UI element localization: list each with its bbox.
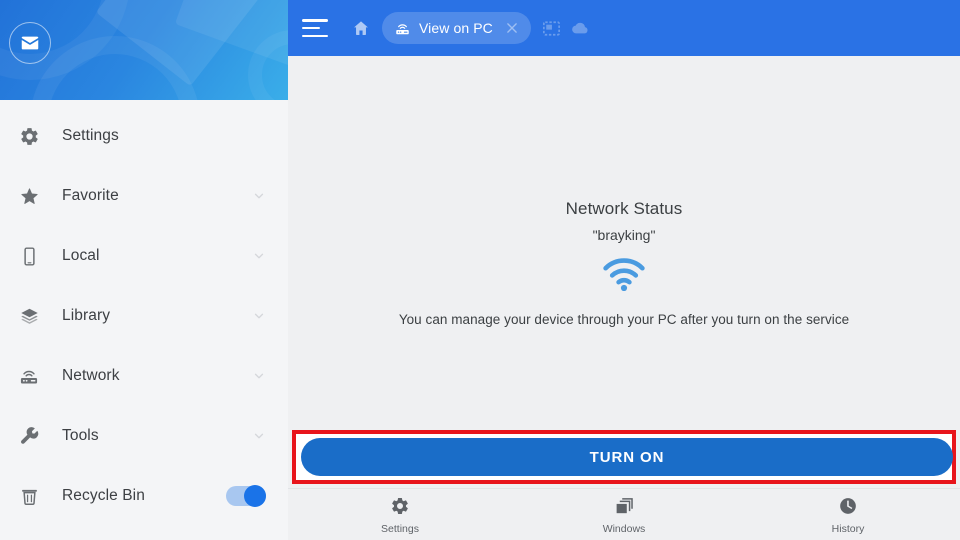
sidebar-item-favorite[interactable]: Favorite: [0, 166, 288, 226]
sidebar-item-library[interactable]: Library: [0, 286, 288, 346]
phone-icon: [14, 246, 44, 267]
wrench-icon: [14, 426, 44, 447]
bottom-nav-label: Windows: [602, 522, 646, 535]
chevron-down-icon[interactable]: [252, 309, 266, 323]
chevron-down-icon[interactable]: [252, 369, 266, 383]
network-ssid: "brayking": [592, 227, 656, 243]
status-description: You can manage your device through your …: [398, 312, 850, 327]
home-icon[interactable]: [352, 19, 370, 37]
close-icon[interactable]: [503, 19, 521, 37]
chevron-down-icon[interactable]: [252, 189, 266, 203]
trash-icon: [14, 486, 44, 507]
bottom-nav-label: Settings: [381, 522, 419, 535]
clock-icon: [838, 495, 858, 517]
hamburger-menu-icon[interactable]: [302, 17, 330, 39]
toolbar: View on PC: [288, 0, 960, 56]
router-icon: [14, 365, 44, 387]
cloud-icon[interactable]: [570, 21, 589, 36]
bottom-navigation: Settings Windows History: [288, 488, 960, 540]
sidebar-item-label: Library: [62, 307, 111, 324]
sidebar-item-tools[interactable]: Tools: [0, 406, 288, 466]
bottom-nav-item-history[interactable]: History: [736, 489, 960, 540]
page-title: Network Status: [565, 199, 683, 218]
sidebar: Settings Favorite Local Library Network …: [0, 0, 288, 540]
app-window: Settings Favorite Local Library Network …: [0, 0, 960, 540]
chevron-down-icon[interactable]: [252, 429, 266, 443]
sidebar-item-settings[interactable]: Settings: [0, 106, 288, 166]
tab-label: View on PC: [419, 20, 493, 36]
bottom-nav-item-windows[interactable]: Windows: [512, 489, 736, 540]
sidebar-item-label: Recycle Bin: [62, 487, 145, 504]
sidebar-item-label: Favorite: [62, 187, 119, 204]
wifi-icon: [601, 257, 647, 296]
turn-on-highlight-box: TURN ON: [292, 430, 956, 484]
turn-on-button[interactable]: TURN ON: [301, 438, 953, 476]
gear-icon: [390, 495, 410, 517]
sidebar-item-label: Settings: [62, 127, 119, 144]
sidebar-item-recycle-bin[interactable]: Recycle Bin: [0, 466, 288, 526]
sidebar-item-label: Local: [62, 247, 100, 264]
router-icon: [394, 20, 411, 37]
sidebar-item-local[interactable]: Local: [0, 226, 288, 286]
tab-view-on-pc[interactable]: View on PC: [382, 12, 531, 44]
sidebar-header: [0, 0, 288, 100]
sidebar-menu: Settings Favorite Local Library Network …: [0, 100, 288, 540]
avatar[interactable]: [9, 22, 51, 64]
bottom-nav-label: History: [831, 522, 865, 535]
star-icon: [14, 186, 44, 207]
sidebar-item-label: Network: [62, 367, 120, 384]
screen-capture-icon[interactable]: [542, 20, 560, 36]
sidebar-item-network[interactable]: Network: [0, 346, 288, 406]
mail-envelope-icon: [21, 36, 39, 50]
bottom-nav-item-settings[interactable]: Settings: [288, 489, 512, 540]
chevron-down-icon[interactable]: [252, 249, 266, 263]
toggle-knob: [244, 485, 266, 507]
sidebar-item-label: Tools: [62, 427, 99, 444]
layers-icon: [14, 306, 44, 327]
recycle-bin-toggle[interactable]: [226, 485, 266, 507]
windows-stack-icon: [614, 495, 635, 517]
gear-icon: [14, 126, 44, 147]
